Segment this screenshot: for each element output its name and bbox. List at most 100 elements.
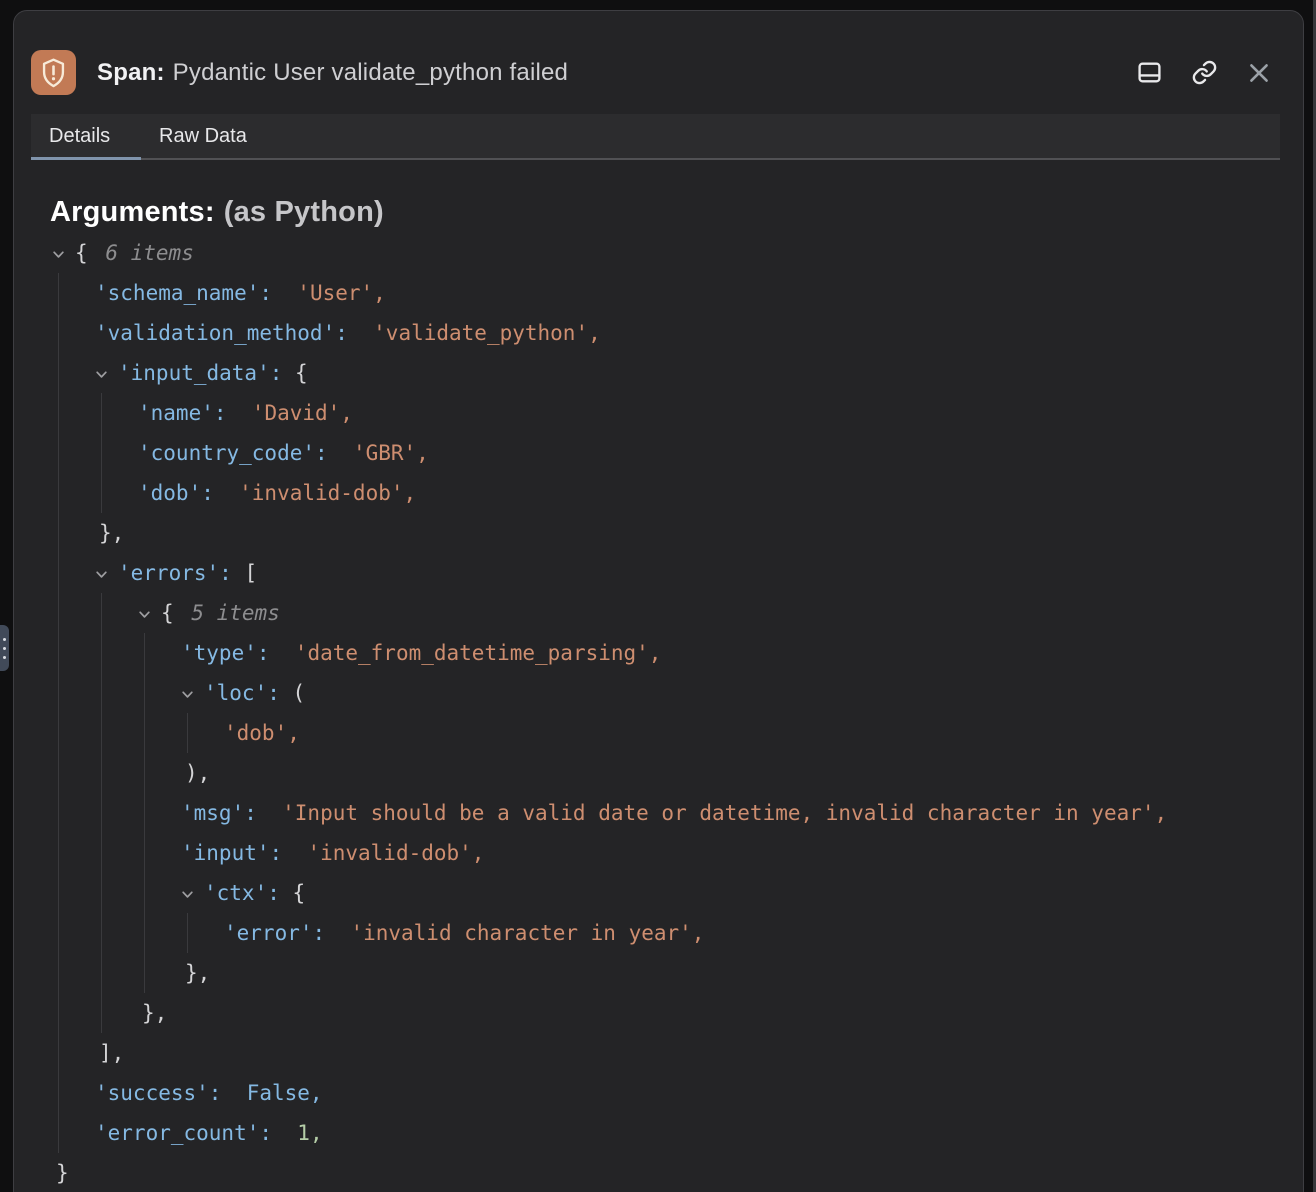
tree-pair-row: 'success': False, [95, 1073, 1303, 1113]
tree-item-row: 'dob', [224, 713, 1303, 753]
tree-close-bracket: }, [142, 1001, 167, 1025]
tree-key: 'validation_method': [95, 321, 348, 345]
tree-close-bracket: }, [185, 961, 210, 985]
tree-expander-row[interactable]: 'ctx': { [181, 873, 1303, 913]
tree-pair-row: 'validation_method': 'validate_python', [95, 313, 1303, 353]
tree-children: 'dob', [187, 713, 1303, 753]
tree-key: 'schema_name': [95, 281, 272, 305]
panel-header: Span: Pydantic User validate_python faile… [14, 11, 1303, 108]
tree-open-bracket: [ [244, 561, 257, 585]
screen-background: Span: Pydantic User validate_python faile… [0, 0, 1316, 1192]
tree-expander-row[interactable]: {6 items [52, 233, 1303, 273]
tree-children: 'type': 'date_from_datetime_parsing', 'loc… [144, 633, 1303, 993]
tree-close-row: } [52, 1153, 1303, 1192]
tree-value: 'invalid-dob', [239, 481, 416, 505]
details-content: Arguments:(as Python) {6 items'schema_na… [14, 196, 1303, 1192]
tree-value: False, [247, 1081, 323, 1105]
tree-item-count: 6 items [105, 241, 194, 265]
tree-pair-row: 'schema_name': 'User', [95, 273, 1303, 313]
tree-key: 'country_code': [138, 441, 328, 465]
tree-key: 'errors': [118, 561, 232, 585]
chevron-down-icon[interactable] [95, 367, 118, 381]
tree-expander-row[interactable]: 'input_data': { [95, 353, 1303, 393]
tree-key: 'type': [181, 641, 270, 665]
tree-children: 'name':'David','country_code':'GBR','dob… [101, 393, 1303, 513]
tree-value: 'Input should be a valid date or datetim… [282, 801, 1167, 825]
tree-open-bracket: ( [293, 681, 306, 705]
tree-expander-row[interactable]: {5 items [138, 593, 1303, 633]
tree-key: 'success': [95, 1081, 221, 1105]
tree-value: 'dob', [224, 721, 300, 745]
tree-key: 'dob': [138, 481, 214, 505]
tree-value: 'invalid character in year', [350, 921, 704, 945]
handle-dot [3, 647, 6, 650]
tree-key: 'error': [224, 921, 325, 945]
tree-pair-row: 'error_count': 1, [95, 1113, 1303, 1153]
tree-pair-row: 'msg': 'Input should be a valid date or d… [181, 793, 1303, 833]
tree-key: 'input': [181, 841, 282, 865]
handle-dot [3, 638, 6, 641]
tree-pair-row: 'error': 'invalid character in year', [224, 913, 1303, 953]
tree-key: 'error_count': [95, 1121, 272, 1145]
panel-title: Span: Pydantic User validate_python faile… [97, 59, 568, 87]
tree-open-bracket: { [161, 601, 174, 625]
span-detail-panel: Span: Pydantic User validate_python faile… [13, 10, 1304, 1192]
close-icon[interactable] [1245, 59, 1273, 87]
tree-close-bracket: } [56, 1161, 69, 1185]
tree-close-bracket: ], [99, 1041, 124, 1065]
tree-children: 'error': 'invalid character in year', [187, 913, 1303, 953]
tree-key: 'loc': [204, 681, 280, 705]
tab-bar: Details Raw Data [31, 114, 1280, 160]
tree-close-bracket: }, [99, 521, 124, 545]
panel-title-text: Pydantic User validate_python failed [173, 59, 568, 86]
chevron-down-icon[interactable] [95, 567, 118, 581]
tree-value: 'invalid-dob', [307, 841, 484, 865]
tree-pair-row: 'country_code':'GBR', [138, 433, 1303, 473]
panel-bottom-icon[interactable] [1135, 59, 1163, 87]
tree-close-row: ], [95, 1033, 1303, 1073]
chevron-down-icon[interactable] [138, 607, 161, 621]
tree-children: {5 items 'type': 'date_from_datetime_parsi… [101, 593, 1303, 1033]
tree-value: 'User', [297, 281, 386, 305]
tree-key: 'input_data': [118, 361, 282, 385]
link-icon[interactable] [1190, 59, 1218, 87]
chevron-down-icon[interactable] [52, 247, 75, 261]
tab-raw-data[interactable]: Raw Data [141, 114, 265, 158]
arguments-heading: Arguments: (as Python) [50, 196, 1303, 229]
panel-title-prefix: Span: [97, 59, 165, 86]
tab-details[interactable]: Details [31, 114, 141, 158]
tab-details-label: Details [49, 125, 110, 148]
tree-value: 1, [297, 1121, 322, 1145]
tree-open-bracket: { [293, 881, 306, 905]
tree-expander-row[interactable]: 'loc': ( [181, 673, 1303, 713]
tree-close-row: }, [138, 993, 1303, 1033]
tree-children: 'schema_name': 'User', 'validation_method'… [58, 273, 1303, 1153]
tree-expander-row[interactable]: 'errors': [ [95, 553, 1303, 593]
tree-value: 'validate_python', [373, 321, 601, 345]
tree-open-bracket: { [295, 361, 308, 385]
arguments-heading-main: Arguments: [50, 196, 215, 228]
tree-key: 'msg': [181, 801, 257, 825]
arguments-heading-suffix: (as Python) [224, 196, 384, 228]
tree-key: 'ctx': [204, 881, 280, 905]
arguments-json-tree: {6 items 'schema_name': 'User', 'validation… [14, 233, 1303, 1192]
tree-key: 'name': [138, 401, 227, 425]
tab-raw-data-label: Raw Data [159, 125, 247, 148]
tree-pair-row: 'dob': 'invalid-dob', [138, 473, 1303, 513]
tree-close-row: ), [181, 753, 1303, 793]
tree-pair-row: 'type': 'date_from_datetime_parsing', [181, 633, 1303, 673]
tree-open-bracket: { [75, 241, 88, 265]
panel-resize-handle[interactable] [0, 625, 9, 671]
tree-value: 'date_from_datetime_parsing', [295, 641, 662, 665]
tree-pair-row: 'input': 'invalid-dob', [181, 833, 1303, 873]
chevron-down-icon[interactable] [181, 887, 204, 901]
tree-close-row: }, [95, 513, 1303, 553]
tree-pair-row: 'name': 'David', [138, 393, 1303, 433]
tree-close-bracket: ), [185, 761, 210, 785]
tree-close-row: }, [181, 953, 1303, 993]
tree-item-count: 5 items [191, 601, 280, 625]
tree-value: 'David', [252, 401, 353, 425]
shield-exclamation-icon [31, 50, 76, 95]
panel-actions [1135, 59, 1277, 87]
chevron-down-icon[interactable] [181, 687, 204, 701]
